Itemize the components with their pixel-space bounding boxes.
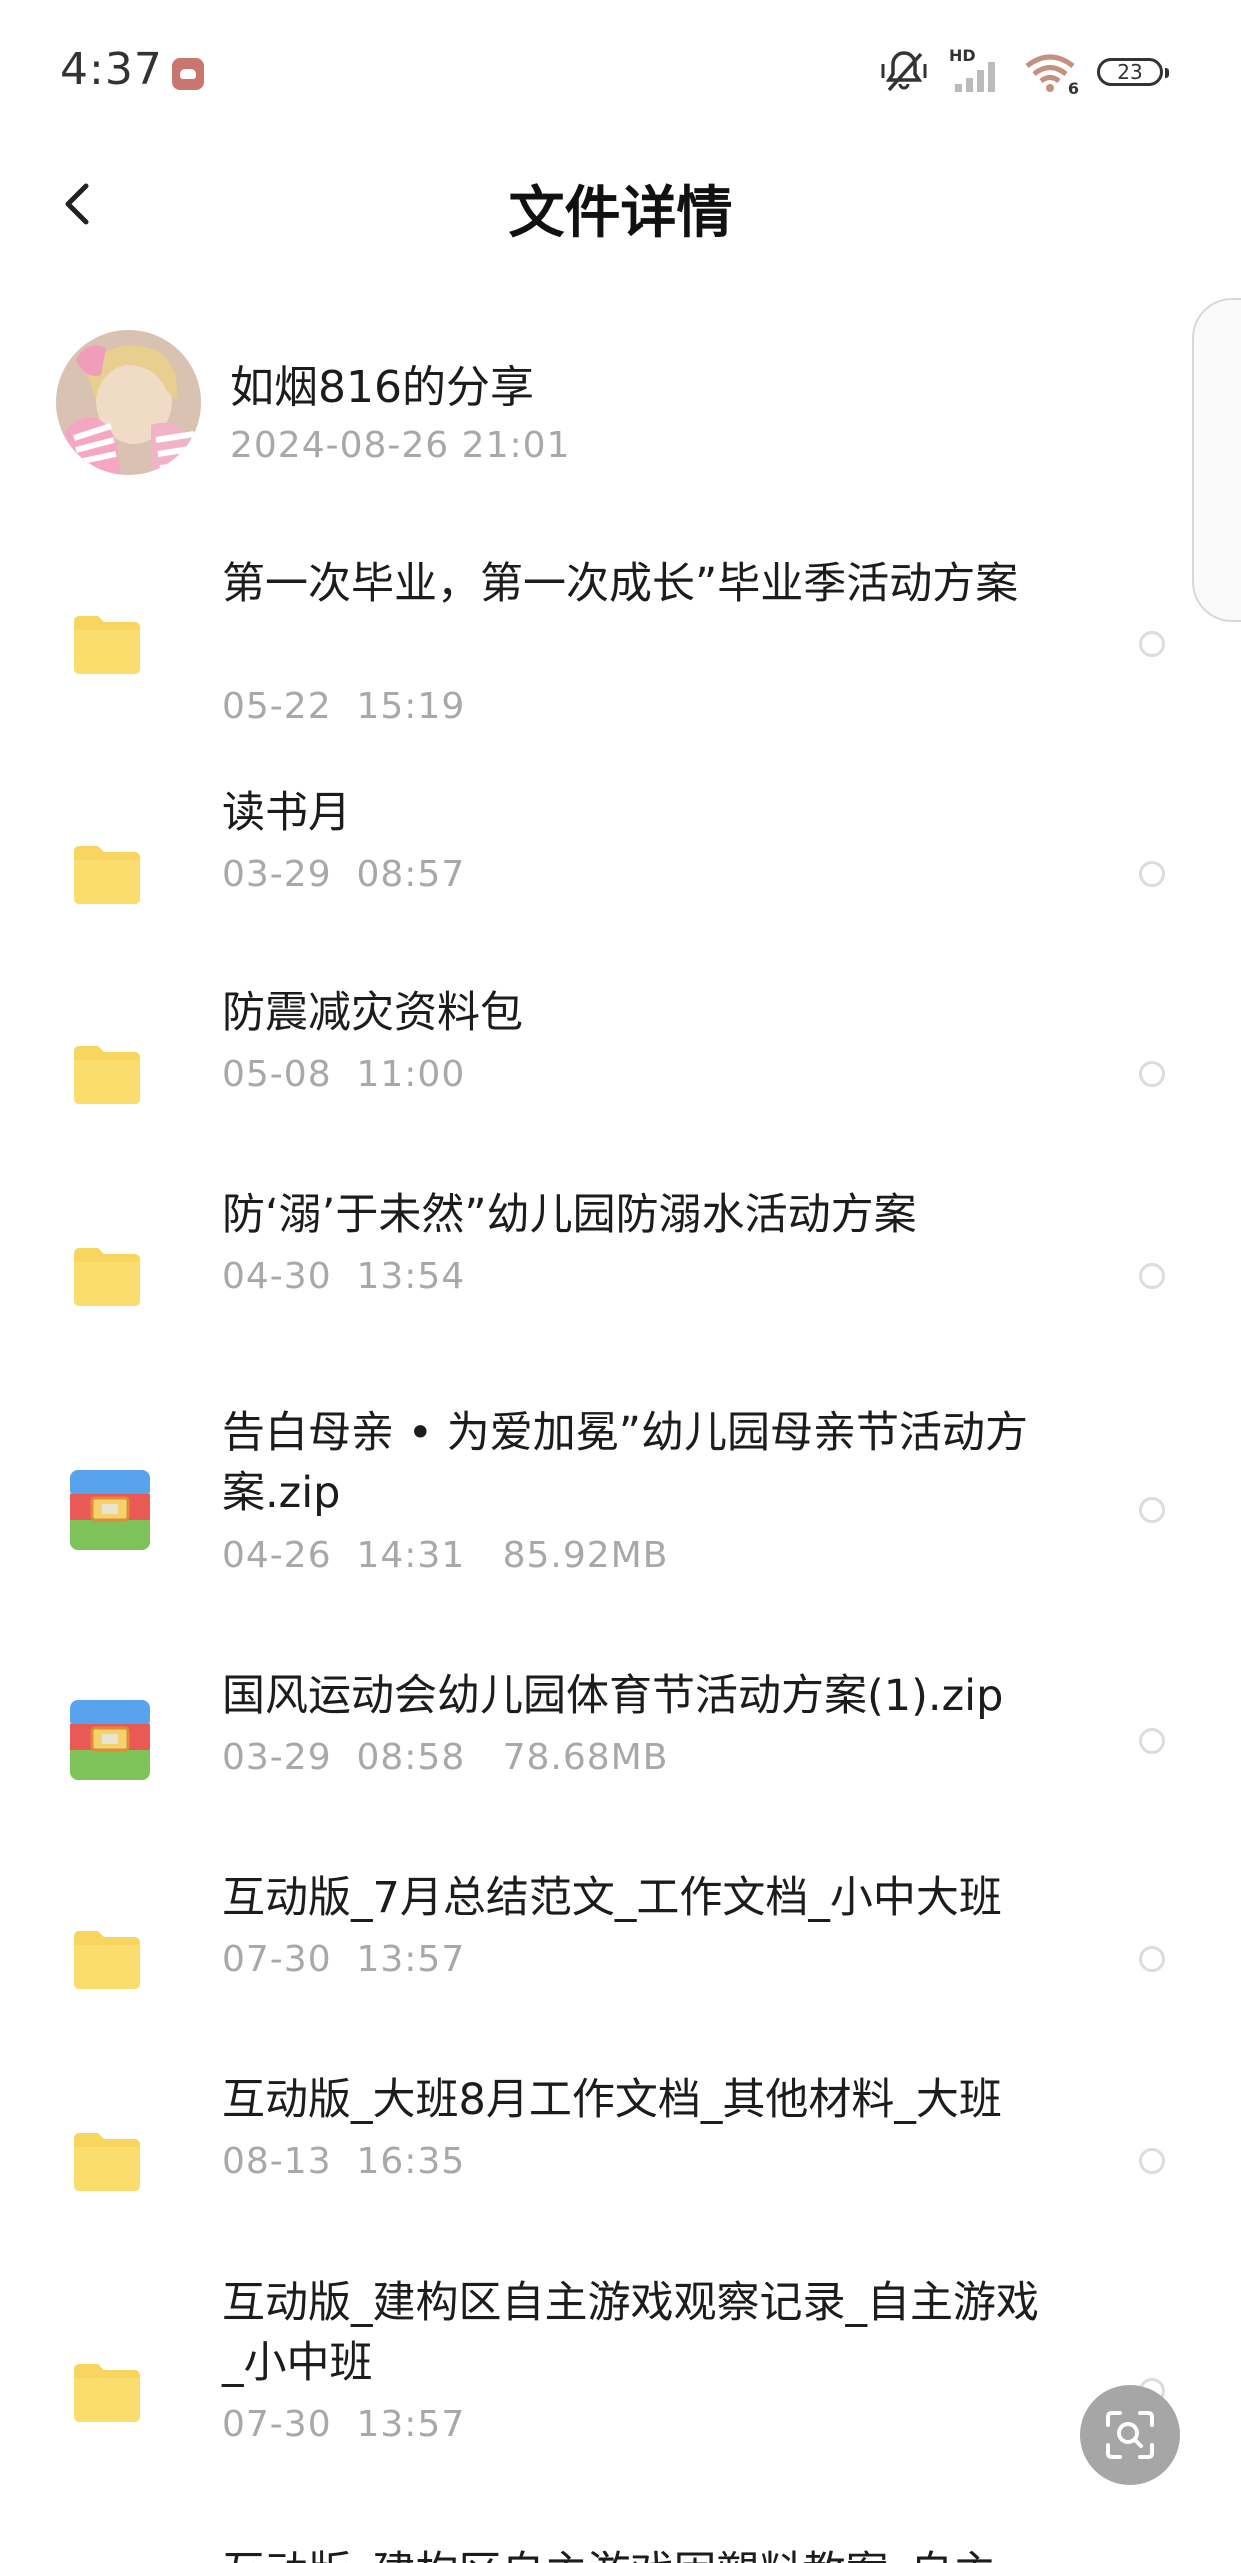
list-item[interactable]: 防‘溺’于未然”幼儿园防溺水活动方案 04-30 13:54 (0, 1190, 1241, 1352)
file-name: 互动版_7月总结范文_工作文档_小中大班 (222, 1873, 1002, 1923)
select-radio[interactable] (1139, 1061, 1165, 1087)
archive-icon (70, 1700, 150, 1780)
file-name: 第一次毕业，第一次成长”毕业季活动方案 (222, 559, 1019, 609)
file-name: 防‘溺’于未然”幼儿园防溺水活动方案 (222, 1190, 917, 1240)
file-meta: 03-29 08:57 (222, 854, 466, 895)
wifi-6-label: 6 (1067, 79, 1079, 98)
select-radio[interactable] (1139, 1728, 1165, 1754)
list-item[interactable]: 防震减灾资料包 05-08 11:00 (0, 988, 1241, 1150)
avatar[interactable] (56, 330, 201, 475)
status-bar: 4:37 HD 6 23 (0, 0, 1241, 150)
file-name: 防震减灾资料包 (222, 988, 523, 1038)
file-name: 告白母亲 • 为爱加冕”幼儿园母亲节活动方案.zip (222, 1408, 1028, 1518)
folder-icon (74, 1248, 140, 1306)
folder-icon (74, 2364, 140, 2422)
select-radio[interactable] (1139, 1946, 1165, 1972)
select-radio[interactable] (1139, 1497, 1165, 1523)
file-name: 互动版_建构区自主游戏固塑料教案_自主 (222, 2543, 1042, 2563)
status-time: 4:37 (60, 44, 163, 95)
cell-signal-icon: HD (949, 46, 1005, 94)
select-radio[interactable] (1139, 861, 1165, 887)
list-item[interactable]: 第一次毕业，第一次成长”毕业季活动方案 05-22 15:19 (0, 540, 1241, 740)
page-title: 文件详情 (508, 181, 733, 246)
folder-icon (74, 1931, 140, 1989)
file-meta: 03-29 08:58 78.68MB (222, 1737, 669, 1778)
file-meta: 04-26 14:31 85.92MB (222, 1535, 669, 1576)
file-meta: 05-22 15:19 (222, 686, 466, 727)
list-item[interactable]: 国风运动会幼儿园体育节活动方案(1).zip 03-29 08:58 78.68… (0, 1671, 1241, 1833)
folder-icon (74, 616, 140, 674)
file-meta: 04-30 13:54 (222, 1256, 466, 1297)
muted-vibrate-icon (881, 51, 927, 92)
battery-icon: 23 (1097, 58, 1169, 86)
file-meta: 07-30 13:57 (222, 1939, 466, 1980)
list-item[interactable]: 互动版_建构区自主游戏观察记录_自主游戏_小中班 07-30 13:57 (0, 2278, 1241, 2500)
list-item[interactable]: 互动版_7月总结范文_工作文档_小中大班 07-30 13:57 (0, 1873, 1241, 2035)
status-icons: HD 6 23 (877, 46, 1169, 98)
folder-icon (74, 2133, 140, 2191)
select-radio[interactable] (1139, 2148, 1165, 2174)
header: 文件详情 (0, 150, 1241, 260)
folder-icon (74, 1046, 140, 1104)
scan-search-button[interactable] (1080, 2385, 1180, 2485)
select-radio[interactable] (1139, 631, 1165, 657)
file-meta: 07-30 13:57 (222, 2404, 466, 2445)
wifi-icon: 6 (1023, 50, 1079, 98)
archive-icon (70, 1470, 150, 1550)
file-name: 互动版_建构区自主游戏观察记录_自主游戏_小中班 (222, 2278, 1039, 2388)
list-item[interactable]: 读书月 03-29 08:57 (0, 788, 1241, 950)
file-name: 国风运动会幼儿园体育节活动方案(1).zip (222, 1671, 1004, 1721)
app-notification-icon (172, 58, 204, 90)
file-name: 读书月 (222, 788, 351, 838)
file-meta: 08-13 16:35 (222, 2141, 466, 2182)
sharer-name: 如烟816的分享 (230, 362, 534, 413)
list-item[interactable]: 互动版_大班8月工作文档_其他材料_大班 08-13 16:35 (0, 2075, 1241, 2237)
file-meta: 05-08 11:00 (222, 1054, 466, 1095)
list-item[interactable]: 互动版_建构区自主游戏固塑料教案_自主 (0, 2543, 1241, 2563)
list-item[interactable]: 告白母亲 • 为爱加冕”幼儿园母亲节活动方案.zip 04-26 14:31 8… (0, 1408, 1241, 1630)
sharer-info: 如烟816的分享 2024-08-26 21:01 (0, 325, 1241, 475)
select-radio[interactable] (1139, 1263, 1165, 1289)
folder-icon (74, 846, 140, 904)
file-name: 互动版_大班8月工作文档_其他材料_大班 (222, 2075, 1002, 2125)
scan-search-icon (1106, 2411, 1154, 2459)
share-date: 2024-08-26 21:01 (230, 425, 571, 466)
